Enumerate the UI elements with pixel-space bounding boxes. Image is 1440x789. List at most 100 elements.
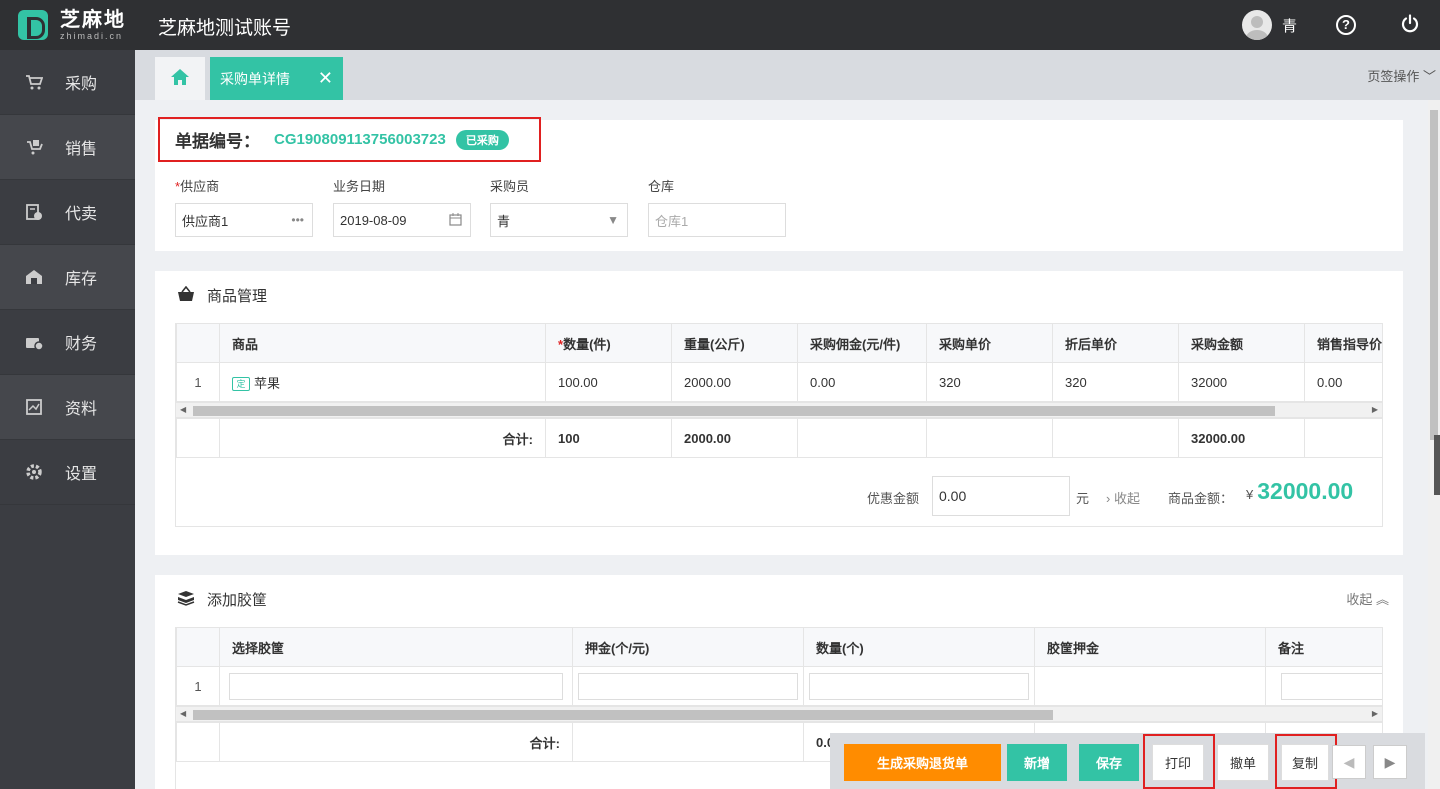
revoke-button[interactable]: 撤单 — [1217, 744, 1269, 781]
col-header: 销售指导价 — [1304, 323, 1382, 363]
goods-header: 商品管理 — [177, 285, 267, 306]
finance-icon — [25, 333, 44, 351]
remark-input[interactable] — [1281, 672, 1382, 700]
next-button[interactable]: ▶ — [1373, 745, 1407, 779]
total-amount: 32000.00 — [1178, 418, 1305, 458]
sidebar-item-data[interactable]: 资料 — [0, 375, 135, 440]
copy-button[interactable]: 复制 — [1281, 744, 1329, 781]
warehouse-input[interactable]: 仓库1 — [648, 203, 786, 237]
unit-price-cell[interactable]: 320 — [926, 362, 1053, 402]
buyer-select[interactable]: 青 ▼ — [490, 203, 628, 237]
goods-amount: ¥32000.00 — [1246, 478, 1353, 505]
goods-total-wrap: 合计: 100 2000.00 32000.00 — [175, 418, 1383, 458]
sidebar-item-sales[interactable]: 销售 — [0, 115, 135, 180]
row-index: 1 — [176, 362, 220, 402]
table-header-row: 商品 *数量(件) 重量(公斤) 采购佣金(元/件) 采购单价 折后单价 采购金… — [176, 323, 1382, 363]
total-row: 合计: 100 2000.00 32000.00 — [176, 418, 1382, 458]
calendar-icon[interactable] — [449, 213, 462, 229]
table-header-row: 选择胶筐 押金(个/元) 数量(个) 胶筐押金 备注 — [176, 627, 1382, 667]
date-field: 业务日期 2019-08-09 — [333, 176, 471, 237]
goods-summary: 优惠金额 0.00 元 › 收起 商品金额： ¥32000.00 — [175, 457, 1383, 527]
collapse-label: 收起 — [1346, 592, 1373, 607]
sidebar-item-label: 财务 — [65, 336, 98, 353]
top-bar: 芝麻地 zhimadi.cn 芝麻地测试账号 青 ? — [0, 0, 1440, 50]
goods-name-cell[interactable]: 定苹果 — [219, 362, 546, 402]
tab-operations-menu[interactable]: 页签操作 ﹀ — [1367, 66, 1436, 85]
logout-power-icon[interactable] — [1400, 14, 1420, 34]
close-icon[interactable]: ✕ — [318, 69, 333, 87]
discount-input[interactable]: 0.00 — [932, 476, 1070, 516]
order-info-card: 单据编号： CG190809113756003723 已采购 *供应商 供应商1… — [155, 117, 1403, 251]
tab-purchase-detail[interactable]: 采购单详情 ✕ — [210, 57, 343, 100]
caret-down-icon: ▼ — [607, 213, 619, 227]
scroll-thumb[interactable] — [1430, 110, 1438, 440]
scroll-right-icon[interactable]: ▶ — [1372, 405, 1378, 414]
commission-cell[interactable]: 0.00 — [797, 362, 927, 402]
consign-icon — [25, 203, 43, 221]
crates-table-wrap: 选择胶筐 押金(个/元) 数量(个) 胶筐押金 备注 1 — [175, 627, 1383, 706]
sidebar-item-purchase[interactable]: 采购 — [0, 50, 135, 115]
sidebar-item-label: 资料 — [65, 401, 98, 418]
brand: 芝麻地 zhimadi.cn — [60, 9, 126, 41]
save-button[interactable]: 保存 — [1079, 744, 1139, 781]
total-label: 合计: — [219, 722, 573, 762]
supplier-input[interactable]: 供应商1 ••• — [175, 203, 313, 237]
caret-right-icon: ▶ — [1384, 753, 1396, 770]
new-button[interactable]: 新增 — [1007, 744, 1067, 781]
goods-name: 苹果 — [254, 375, 281, 391]
help-icon[interactable]: ? — [1336, 15, 1356, 35]
date-input[interactable]: 2019-08-09 — [333, 203, 471, 237]
goods-horizontal-scrollbar[interactable]: ◀ ▶ — [175, 402, 1383, 418]
col-header: 商品 — [219, 323, 546, 363]
generate-return-order-button[interactable]: 生成采购退货单 — [844, 744, 1001, 781]
sidebar-item-label: 库存 — [65, 271, 98, 288]
sidebar-item-finance[interactable]: 财务 — [0, 310, 135, 375]
scroll-thumb[interactable] — [193, 710, 1053, 720]
col-header: 折后单价 — [1052, 323, 1179, 363]
sidebar-item-label: 销售 — [65, 141, 98, 158]
more-icon[interactable]: ••• — [291, 213, 304, 227]
cart-icon — [25, 73, 44, 91]
print-button[interactable]: 打印 — [1152, 744, 1204, 781]
crates-horizontal-scrollbar[interactable]: ◀ ▶ — [175, 706, 1383, 722]
user-name[interactable]: 青 — [1282, 15, 1297, 36]
tab-home[interactable] — [155, 57, 205, 100]
goods-table-wrap: 商品 *数量(件) 重量(公斤) 采购佣金(元/件) 采购单价 折后单价 采购金… — [175, 323, 1383, 402]
total-weight: 2000.00 — [671, 418, 798, 458]
qty-cell[interactable]: 100.00 — [545, 362, 672, 402]
scroll-thumb[interactable] — [193, 406, 1275, 416]
crates-collapse[interactable]: 收起 ︽ — [1346, 589, 1389, 608]
col-header: 备注 — [1265, 627, 1382, 667]
crates-title: 添加胶筐 — [207, 592, 268, 609]
total-label: 合计: — [219, 418, 546, 458]
sidebar-item-inventory[interactable]: 库存 — [0, 245, 135, 310]
table-row[interactable]: 1 定苹果 100.00 2000.00 0.00 320 320 32000 … — [176, 362, 1382, 402]
row-index: 1 — [176, 666, 220, 706]
brand-domain: zhimadi.cn — [60, 31, 124, 41]
warehouse-field: 仓库 仓库1 — [648, 176, 786, 237]
chevron-up-icon: ︽ — [1375, 592, 1389, 607]
disc-price-cell[interactable]: 320 — [1052, 362, 1179, 402]
deposit-input[interactable] — [578, 672, 798, 700]
amount-cell[interactable]: 32000 — [1178, 362, 1305, 402]
brand-name: 芝麻地 — [60, 9, 126, 31]
crate-select-input[interactable] — [229, 672, 563, 700]
crate-deposit-cell — [1034, 666, 1266, 706]
goods-amount-label: 商品金额： — [1168, 491, 1234, 506]
prev-button[interactable]: ◀ — [1332, 745, 1366, 779]
scroll-left-icon[interactable]: ◀ — [180, 405, 186, 414]
doc-number-label: 单据编号： — [175, 132, 260, 151]
avatar[interactable] — [1242, 10, 1272, 40]
sidebar-item-settings[interactable]: 设置 — [0, 440, 135, 505]
collapse-link[interactable]: › 收起 — [1106, 488, 1140, 507]
scroll-left-icon[interactable]: ◀ — [180, 709, 186, 718]
side-handle[interactable] — [1434, 435, 1440, 495]
chevron-right-icon: › — [1106, 491, 1111, 506]
currency-symbol: ¥ — [1246, 487, 1254, 502]
sidebar-item-consign[interactable]: 代卖 — [0, 180, 135, 245]
weight-cell[interactable]: 2000.00 — [671, 362, 798, 402]
col-header: 胶筐押金 — [1034, 627, 1266, 667]
guide-price-cell[interactable]: 0.00 — [1304, 362, 1382, 402]
scroll-right-icon[interactable]: ▶ — [1372, 709, 1378, 718]
crate-qty-input[interactable] — [809, 672, 1029, 700]
